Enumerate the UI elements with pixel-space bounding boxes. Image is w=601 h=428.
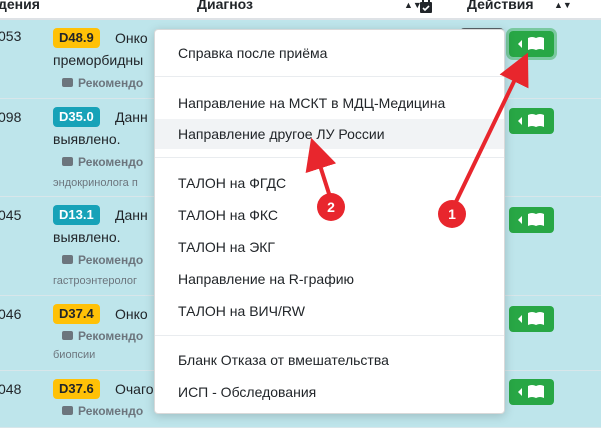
annotation-arrow-2 <box>305 137 337 201</box>
annotation-arrow-1 <box>450 52 529 211</box>
annotation-marker-1: 1 <box>438 200 466 228</box>
svg-text:2: 2 <box>327 199 335 215</box>
svg-text:1: 1 <box>448 206 456 222</box>
annotation-overlay: 1 2 <box>305 52 529 228</box>
annotation-marker-2: 2 <box>317 193 345 221</box>
